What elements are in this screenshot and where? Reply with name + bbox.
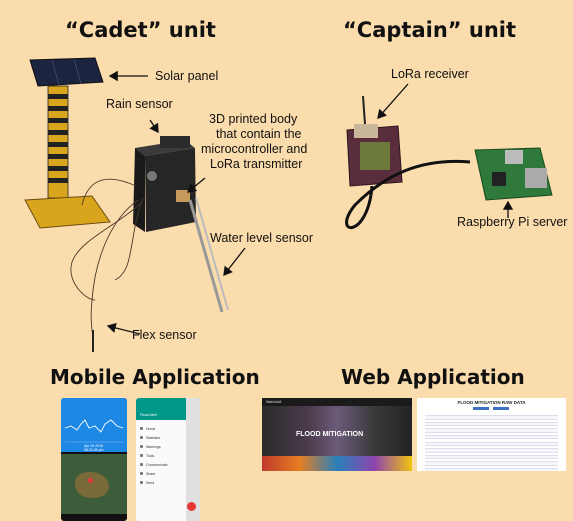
menu-item[interactable]: Tools bbox=[140, 451, 168, 460]
web-brand[interactable]: Watchdoll bbox=[266, 400, 281, 404]
web-table-screen: FLOOD MITIGATION RAW DATA bbox=[417, 398, 566, 471]
flex-sensor-label: Flex sensor bbox=[132, 328, 197, 342]
lora-receiver-label: LoRa receiver bbox=[391, 67, 469, 81]
hero-color-stripe bbox=[262, 456, 412, 471]
graph-time: 08:23:45 pm bbox=[84, 448, 104, 452]
body-label-line3: microcontroller and bbox=[201, 142, 308, 156]
rain-sensor-label: Rain sensor bbox=[106, 97, 173, 111]
body-label-line2: that contain the bbox=[216, 127, 302, 141]
mobile-screen-graph: Apr 26 2018 08:23:45 pm bbox=[61, 398, 127, 521]
menu-item-label: Tools bbox=[146, 453, 155, 458]
menu-item[interactable]: Home bbox=[140, 424, 168, 433]
lora-receiver-image bbox=[346, 95, 403, 187]
raspberry-pi-label: Raspberry Pi server bbox=[457, 215, 568, 229]
map-pin-icon[interactable] bbox=[88, 478, 93, 483]
water-level-sensor-label: Water level sensor bbox=[210, 231, 314, 245]
fab-button[interactable] bbox=[187, 502, 196, 511]
menu-item-label: Share bbox=[146, 471, 156, 476]
menu-item-icon bbox=[140, 481, 143, 484]
menu-item-label: Home bbox=[146, 426, 156, 431]
menu-item-icon bbox=[140, 454, 143, 457]
body-label-line4: LoRa transmitter bbox=[210, 157, 303, 171]
menu-header-text: Flood Alert bbox=[140, 413, 157, 417]
solar-panel-label: Solar panel bbox=[155, 69, 219, 83]
menu-item[interactable]: Communicate bbox=[140, 460, 168, 469]
cadet-body-image bbox=[133, 136, 196, 232]
hero-title: FLOOD MITIGATION bbox=[296, 431, 364, 438]
menu-list: Home Statistics Warnings Tools Communicate Sh… bbox=[140, 424, 168, 487]
table-button-right[interactable] bbox=[493, 407, 509, 410]
menu-item-icon bbox=[140, 472, 143, 475]
graph-panel: Apr 26 2018 08:23:45 pm bbox=[61, 398, 127, 452]
menu-item-label: Warnings bbox=[146, 444, 161, 449]
menu-item[interactable]: Warnings bbox=[140, 442, 168, 451]
menu-item-label: Communicate bbox=[146, 462, 168, 467]
table-button-left[interactable] bbox=[473, 407, 489, 410]
web-hero-screen: Watchdoll FLOOD MITIGATION bbox=[262, 398, 412, 471]
menu-item[interactable]: Send bbox=[140, 478, 168, 487]
menu-item-label: Send bbox=[146, 480, 155, 485]
map-panel bbox=[61, 454, 127, 514]
menu-item[interactable]: Statistics bbox=[140, 433, 168, 442]
mobile-screen-menu: Flood Alert Home Statistics Warnings Tools C… bbox=[136, 398, 200, 521]
table-row bbox=[425, 469, 558, 471]
menu-item[interactable]: Share bbox=[140, 469, 168, 478]
raspberry-pi-image bbox=[474, 147, 553, 201]
menu-item-label: Statistics bbox=[146, 435, 161, 440]
water-level-sensor-image bbox=[188, 197, 229, 313]
menu-item-icon bbox=[140, 463, 143, 466]
cadet-pole-image bbox=[24, 85, 111, 229]
table-title: FLOOD MITIGATION RAW DATA bbox=[457, 400, 526, 405]
menu-item-icon bbox=[140, 445, 143, 448]
body-label-line1: 3D printed body bbox=[209, 112, 298, 126]
data-table bbox=[425, 413, 558, 471]
menu-item-icon bbox=[140, 427, 143, 430]
menu-item-icon bbox=[140, 436, 143, 439]
solar-panel-image bbox=[29, 57, 104, 87]
